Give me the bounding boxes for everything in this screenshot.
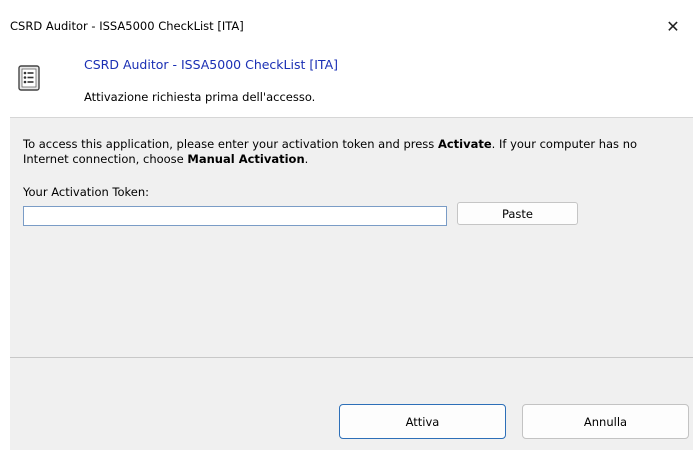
header-subtitle: Attivazione richiesta prima dell'accesso… [84,90,316,104]
window-title: CSRD Auditor - ISSA5000 CheckList [ITA] [10,19,244,33]
title-bar: CSRD Auditor - ISSA5000 CheckList [ITA] … [10,8,693,45]
activation-dialog: CSRD Auditor - ISSA5000 CheckList [ITA] … [10,8,693,450]
instructions-part-3: . [304,152,309,166]
document-checklist-icon [18,65,40,91]
footer-divider [10,357,693,358]
activation-token-input[interactable] [23,206,447,226]
dialog-header: CSRD Auditor - ISSA5000 CheckList [ITA] … [10,45,693,117]
instructions-activate-bold: Activate [437,137,492,151]
header-divider [10,117,693,118]
instructions-part-1: To access this application, please enter… [23,137,438,151]
close-button[interactable]: ✕ [653,8,693,45]
cancel-button[interactable]: Annulla [522,404,689,439]
header-title: CSRD Auditor - ISSA5000 CheckList [ITA] [84,57,339,72]
instructions-text: To access this application, please enter… [23,137,683,167]
instructions-manual-activation-bold: Manual Activation [187,152,305,166]
token-label: Your Activation Token: [23,185,150,199]
activate-button[interactable]: Attiva [339,404,506,439]
paste-button[interactable]: Paste [457,202,578,225]
close-icon: ✕ [666,17,680,36]
